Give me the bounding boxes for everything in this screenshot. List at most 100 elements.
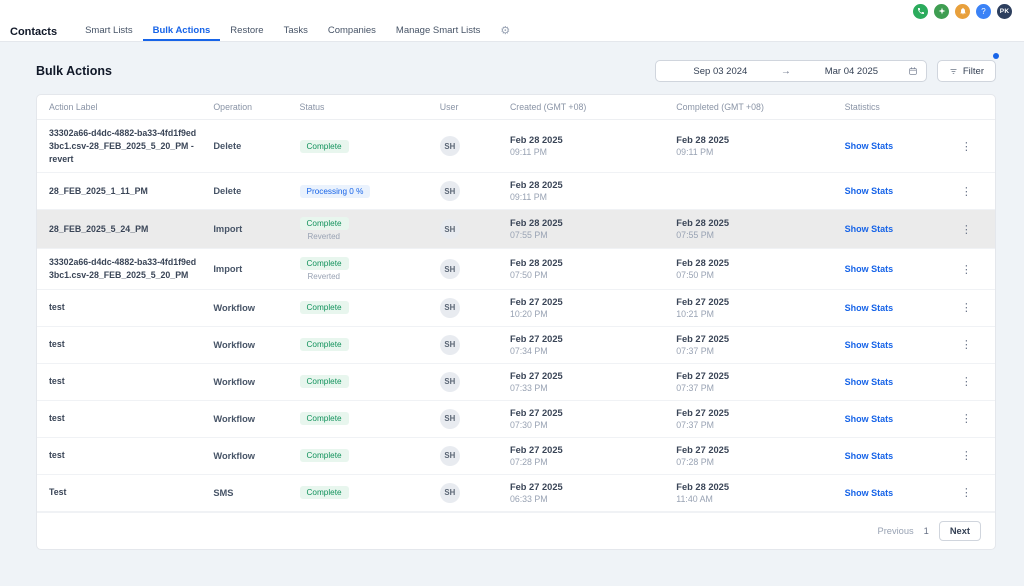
row-menu-icon[interactable]: ⋮ xyxy=(957,486,976,499)
completed-date: Feb 28 2025 xyxy=(676,218,729,229)
operation-label: Import xyxy=(213,264,243,274)
completed-date: Feb 28 2025 xyxy=(676,135,729,146)
show-stats-link[interactable]: Show Stats xyxy=(845,186,894,196)
settings-gear-icon[interactable]: ⚙ xyxy=(500,26,510,37)
column-header xyxy=(948,95,995,120)
status-badge: Complete xyxy=(299,301,349,315)
created-time: 07:55 PM xyxy=(509,230,548,241)
table-row[interactable]: test Workflow Complete SH Feb 27 2025 10:20 P… xyxy=(37,289,995,327)
row-menu-icon[interactable]: ⋮ xyxy=(957,375,976,388)
previous-page-button[interactable]: Previous xyxy=(878,526,914,536)
row-menu-icon[interactable]: ⋮ xyxy=(957,449,976,462)
main-content: Bulk Actions Sep 03 2024 → Mar 04 2025 F… xyxy=(0,42,1024,550)
show-stats-link[interactable]: Show Stats xyxy=(845,264,894,274)
tab-smart-lists[interactable]: Smart Lists xyxy=(75,22,143,41)
row-menu-icon[interactable]: ⋮ xyxy=(957,263,976,276)
tab-manage-smart-lists[interactable]: Manage Smart Lists xyxy=(386,22,490,41)
show-stats-link[interactable]: Show Stats xyxy=(845,488,894,498)
completed-time: 07:37 PM xyxy=(676,345,714,356)
status-badge: Complete xyxy=(299,257,349,270)
action-label: test xyxy=(49,302,65,313)
row-menu-icon[interactable]: ⋮ xyxy=(957,140,976,153)
table-row[interactable]: 28_FEB_2025_1_11_PM Delete Processing 0 % S… xyxy=(37,172,995,211)
calendar-icon xyxy=(909,67,917,75)
next-page-button[interactable]: Next xyxy=(938,520,981,541)
action-label: test xyxy=(49,339,65,350)
operation-label: Workflow xyxy=(213,302,256,313)
user-avatar: SH xyxy=(439,136,460,157)
status-secondary-label: Reverted xyxy=(307,232,340,242)
row-menu-icon[interactable]: ⋮ xyxy=(957,412,976,425)
created-date: Feb 27 2025 xyxy=(509,333,563,344)
show-stats-link[interactable]: Show Stats xyxy=(845,303,894,313)
bulk-actions-table: Action Label Operation Status User Created (… xyxy=(37,95,995,512)
show-stats-link[interactable]: Show Stats xyxy=(845,224,894,234)
help-icon[interactable]: ? xyxy=(976,3,991,19)
table-row[interactable]: test Workflow Complete SH Feb 27 2025 07:33 P… xyxy=(37,363,995,401)
bulk-actions-card: Action Label Operation Status User Created (… xyxy=(36,94,996,550)
operation-label: SMS xyxy=(213,487,234,498)
row-menu-icon[interactable]: ⋮ xyxy=(957,223,976,236)
page-section-title: Contacts xyxy=(10,25,58,38)
completed-time: 07:28 PM xyxy=(676,456,714,467)
created-date: Feb 28 2025 xyxy=(509,135,563,146)
created-time: 06:33 PM xyxy=(509,493,548,504)
row-menu-icon[interactable]: ⋮ xyxy=(957,185,976,198)
arrow-right-icon: → xyxy=(780,65,791,77)
created-time: 07:30 PM xyxy=(509,419,548,430)
row-menu-icon[interactable]: ⋮ xyxy=(957,338,976,351)
table-row[interactable]: test Workflow Complete SH Feb 27 2025 07:28 P… xyxy=(37,437,995,475)
date-range-start[interactable]: Sep 03 2024 xyxy=(664,66,777,77)
column-header: User xyxy=(431,95,502,120)
completed-date: Feb 27 2025 xyxy=(676,333,729,344)
table-row[interactable]: 33302a66-d4dc-4882-ba33-4fd1f9ed3bc1.csv… xyxy=(37,119,995,174)
tab-bulk-actions[interactable]: Bulk Actions xyxy=(142,22,221,41)
action-label: test xyxy=(49,450,65,461)
table-row[interactable]: 33302a66-d4dc-4882-ba33-4fd1f9ed3bc1.csv… xyxy=(37,248,995,290)
page-number[interactable]: 1 xyxy=(924,526,929,536)
show-stats-link[interactable]: Show Stats xyxy=(845,141,894,151)
phone-icon xyxy=(917,8,924,14)
completed-time: 07:37 PM xyxy=(676,419,714,430)
row-menu-icon[interactable]: ⋮ xyxy=(957,301,976,314)
date-range-picker[interactable]: Sep 03 2024 → Mar 04 2025 xyxy=(654,60,927,82)
show-stats-link[interactable]: Show Stats xyxy=(845,377,894,387)
created-date: Feb 27 2025 xyxy=(509,444,563,455)
completed-time: 11:40 AM xyxy=(676,493,713,504)
user-avatar: SH xyxy=(439,371,460,392)
phone-icon[interactable] xyxy=(913,3,928,19)
column-header: Created (GMT +08) xyxy=(501,95,669,120)
column-header: Status xyxy=(291,95,432,120)
show-stats-link[interactable]: Show Stats xyxy=(845,340,894,350)
show-stats-link[interactable]: Show Stats xyxy=(845,451,894,461)
tab-restore[interactable]: Restore xyxy=(220,22,273,41)
notifications-bell-icon[interactable] xyxy=(955,3,970,19)
created-date: Feb 27 2025 xyxy=(509,296,563,307)
table-row[interactable]: test Workflow Complete SH Feb 27 2025 07:34 P… xyxy=(37,326,995,364)
column-header: Completed (GMT +08) xyxy=(668,95,837,120)
created-time: 07:33 PM xyxy=(509,382,548,393)
quick-actions-icon[interactable] xyxy=(934,3,949,19)
completed-time: 07:55 PM xyxy=(676,230,714,241)
status-badge: Complete xyxy=(299,338,349,352)
completed-date: Feb 27 2025 xyxy=(676,296,729,307)
action-label: test xyxy=(49,376,65,387)
completed-time: 07:50 PM xyxy=(676,270,714,280)
table-row[interactable]: test Workflow Complete SH Feb 27 2025 07:30 P… xyxy=(37,400,995,438)
tab-companies[interactable]: Companies xyxy=(318,22,386,41)
table-row[interactable]: 28_FEB_2025_5_24_PM Import Complete Reverte… xyxy=(37,209,995,250)
user-avatar: SH xyxy=(439,181,460,202)
created-date: Feb 27 2025 xyxy=(509,370,563,381)
operation-label: Import xyxy=(213,224,243,235)
created-date: Feb 28 2025 xyxy=(509,218,563,229)
tab-tasks[interactable]: Tasks xyxy=(274,22,318,41)
column-header: Operation xyxy=(205,95,292,120)
date-range-end[interactable]: Mar 04 2025 xyxy=(795,66,908,77)
filter-button[interactable]: Filter xyxy=(936,60,996,82)
table-row[interactable]: Test SMS Complete SH Feb 27 2025 06:33 PM Feb … xyxy=(37,474,995,512)
completed-date: Feb 28 2025 xyxy=(676,481,729,492)
show-stats-link[interactable]: Show Stats xyxy=(845,414,894,424)
user-avatar[interactable]: PK xyxy=(997,3,1012,19)
completed-date: Feb 28 2025 xyxy=(676,258,729,268)
created-time: 07:34 PM xyxy=(509,345,548,356)
